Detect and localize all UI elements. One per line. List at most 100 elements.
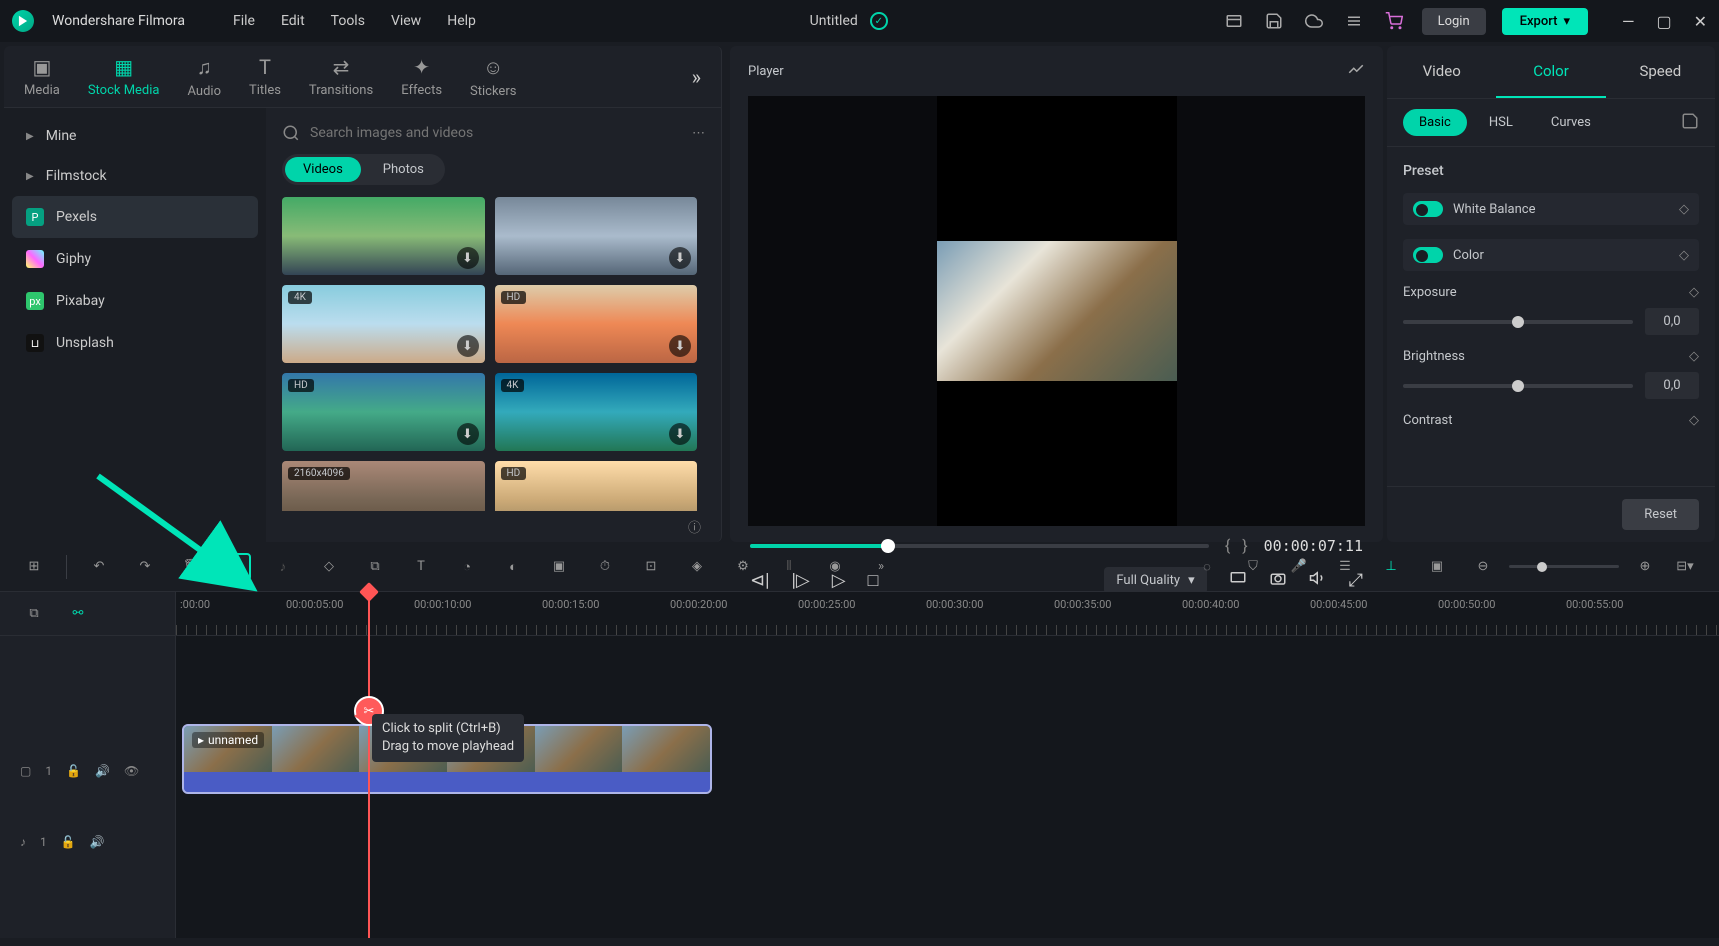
search-input[interactable] — [282, 124, 680, 142]
stock-thumbnail[interactable]: HD⬇ — [495, 285, 698, 363]
stock-thumbnail[interactable]: HD⬇ — [282, 373, 485, 451]
zoom-out-icon[interactable]: ⊖ — [1469, 553, 1497, 581]
player-progress[interactable] — [750, 544, 1209, 548]
tab-effects[interactable]: ✦Effects — [401, 55, 442, 98]
link-track-icon[interactable]: ⚯ — [64, 600, 92, 628]
snapshot-layout-icon[interactable] — [1347, 60, 1365, 82]
magnet-icon[interactable]: ⊥ — [1377, 553, 1405, 581]
download-icon[interactable]: ⬇ — [669, 335, 691, 357]
close-icon[interactable]: ✕ — [1694, 12, 1707, 31]
menu-help[interactable]: Help — [447, 13, 476, 29]
speed-icon[interactable]: ◔ — [453, 553, 481, 581]
maximize-icon[interactable]: ▢ — [1656, 12, 1671, 31]
brightness-slider[interactable] — [1403, 384, 1633, 388]
exposure-value[interactable]: 0,0 — [1645, 308, 1699, 335]
sidebar-item-giphy[interactable]: Giphy — [12, 238, 258, 280]
eq-icon[interactable]: ⫴ — [775, 553, 803, 581]
download-icon[interactable]: ⬇ — [669, 247, 691, 269]
subtab-hsl[interactable]: HSL — [1473, 109, 1529, 136]
stock-thumbnail[interactable]: HD⬇ — [495, 461, 698, 511]
video-track-head[interactable]: ▢1 🔓 🔊 👁 — [0, 636, 175, 806]
color-icon[interactable]: ◐ — [499, 553, 527, 581]
download-icon[interactable]: ⬇ — [457, 335, 479, 357]
save-preset-icon[interactable] — [1681, 112, 1699, 134]
cart-icon[interactable] — [1382, 9, 1406, 33]
tab-stock-media[interactable]: ▦Stock Media — [88, 55, 160, 98]
project-title[interactable]: Untitled — [810, 13, 858, 29]
keyframe-icon[interactable]: ◇ — [1689, 413, 1699, 428]
menu-view[interactable]: View — [391, 13, 421, 29]
photos-tab[interactable]: Photos — [365, 157, 442, 182]
lock-icon[interactable]: 🔓 — [61, 835, 76, 849]
keyframe-tool-icon[interactable]: ◈ — [683, 553, 711, 581]
timeline-tracks[interactable]: :00:00 00:00:05:00 00:00:10:00 00:00:15:… — [176, 592, 1719, 938]
sidebar-item-mine[interactable]: ▶Mine — [12, 116, 258, 156]
text-icon[interactable]: T — [407, 553, 435, 581]
sidebar-item-filmstock[interactable]: ▶Filmstock — [12, 156, 258, 196]
copy-track-icon[interactable]: ⧉ — [20, 600, 48, 628]
fit-icon[interactable]: ⊡ — [637, 553, 665, 581]
keyframe-icon[interactable]: ◇ — [1679, 202, 1689, 217]
more-options-icon[interactable]: ⋯ — [692, 126, 705, 141]
lock-icon[interactable]: 🔓 — [66, 764, 81, 778]
music-icon[interactable]: ♪ — [269, 553, 297, 581]
time-ruler[interactable]: :00:00 00:00:05:00 00:00:10:00 00:00:15:… — [176, 592, 1719, 636]
redo-icon[interactable]: ↷ — [131, 553, 159, 581]
keyframe-icon[interactable]: ◇ — [1689, 285, 1699, 300]
link-icon[interactable]: ▣ — [1423, 553, 1451, 581]
tag-icon[interactable]: ◇ — [315, 553, 343, 581]
mask-icon[interactable]: ▣ — [545, 553, 573, 581]
brightness-value[interactable]: 0,0 — [1645, 372, 1699, 399]
menu-list-icon[interactable] — [1342, 9, 1366, 33]
apps-icon[interactable]: ⊞ — [20, 553, 48, 581]
save-icon[interactable] — [1262, 9, 1286, 33]
sidebar-item-pexels[interactable]: PPexels — [12, 196, 258, 238]
sidebar-item-pixabay[interactable]: pxPixabay — [12, 280, 258, 322]
undo-icon[interactable]: ↶ — [85, 553, 113, 581]
sidebar-item-unsplash[interactable]: ⊔Unsplash — [12, 322, 258, 364]
tab-video[interactable]: Video — [1387, 46, 1496, 98]
preview-canvas[interactable] — [748, 96, 1365, 526]
stock-thumbnail[interactable]: ⬇ — [282, 197, 485, 275]
color-toggle[interactable]: Color ◇ — [1403, 239, 1699, 271]
zoom-in-icon[interactable]: ⊕ — [1631, 553, 1659, 581]
mute-icon[interactable]: 🔊 — [90, 835, 105, 849]
stock-thumbnail[interactable]: 4K⬇ — [495, 373, 698, 451]
tab-color[interactable]: Color — [1496, 46, 1605, 98]
download-icon[interactable]: ⬇ — [457, 247, 479, 269]
tab-media[interactable]: ▣Media — [24, 55, 60, 98]
split-tool-icon[interactable]: ✂ — [223, 553, 251, 581]
layout-icon[interactable] — [1222, 9, 1246, 33]
more-tools-icon[interactable]: » — [867, 553, 895, 581]
zoom-slider[interactable] — [1509, 565, 1619, 568]
view-options-icon[interactable]: ⊟▾ — [1671, 553, 1699, 581]
mic-icon[interactable]: 🎤 — [1285, 553, 1313, 581]
tab-transitions[interactable]: ⇄Transitions — [309, 55, 373, 98]
toggle-switch[interactable] — [1413, 247, 1443, 263]
keyframe-icon[interactable]: ◇ — [1679, 248, 1689, 263]
videos-tab[interactable]: Videos — [285, 157, 361, 182]
minimize-icon[interactable]: — — [1622, 12, 1635, 31]
menu-tools[interactable]: Tools — [331, 13, 365, 29]
expand-tabs-icon[interactable]: » — [692, 65, 701, 89]
adjust-icon[interactable]: ⚙ — [729, 553, 757, 581]
tab-titles[interactable]: TTitles — [249, 55, 281, 98]
audio-track-head[interactable]: ♪1 🔓 🔊 — [0, 806, 175, 878]
crop-icon[interactable]: ⧉ — [361, 553, 389, 581]
tab-stickers[interactable]: ☺Stickers — [470, 55, 516, 99]
export-button[interactable]: Export▾ — [1502, 8, 1588, 35]
keyframe-icon[interactable]: ◇ — [1689, 349, 1699, 364]
cloud-icon[interactable] — [1302, 9, 1326, 33]
group-icon[interactable]: ◉ — [821, 553, 849, 581]
timer-icon[interactable]: ⏱ — [591, 553, 619, 581]
download-icon[interactable]: ⬇ — [457, 423, 479, 445]
mute-icon[interactable]: 🔊 — [95, 764, 110, 778]
marker-b-icon[interactable]: ⛉ — [1239, 553, 1267, 581]
tab-audio[interactable]: ♫Audio — [188, 55, 221, 99]
download-icon[interactable]: ⬇ — [669, 423, 691, 445]
subtab-basic[interactable]: Basic — [1403, 109, 1467, 136]
stock-thumbnail[interactable]: ⬇ — [495, 197, 698, 275]
delete-icon[interactable]: 🗑 — [177, 553, 205, 581]
list-icon[interactable]: ☰ — [1331, 553, 1359, 581]
exposure-slider[interactable] — [1403, 320, 1633, 324]
